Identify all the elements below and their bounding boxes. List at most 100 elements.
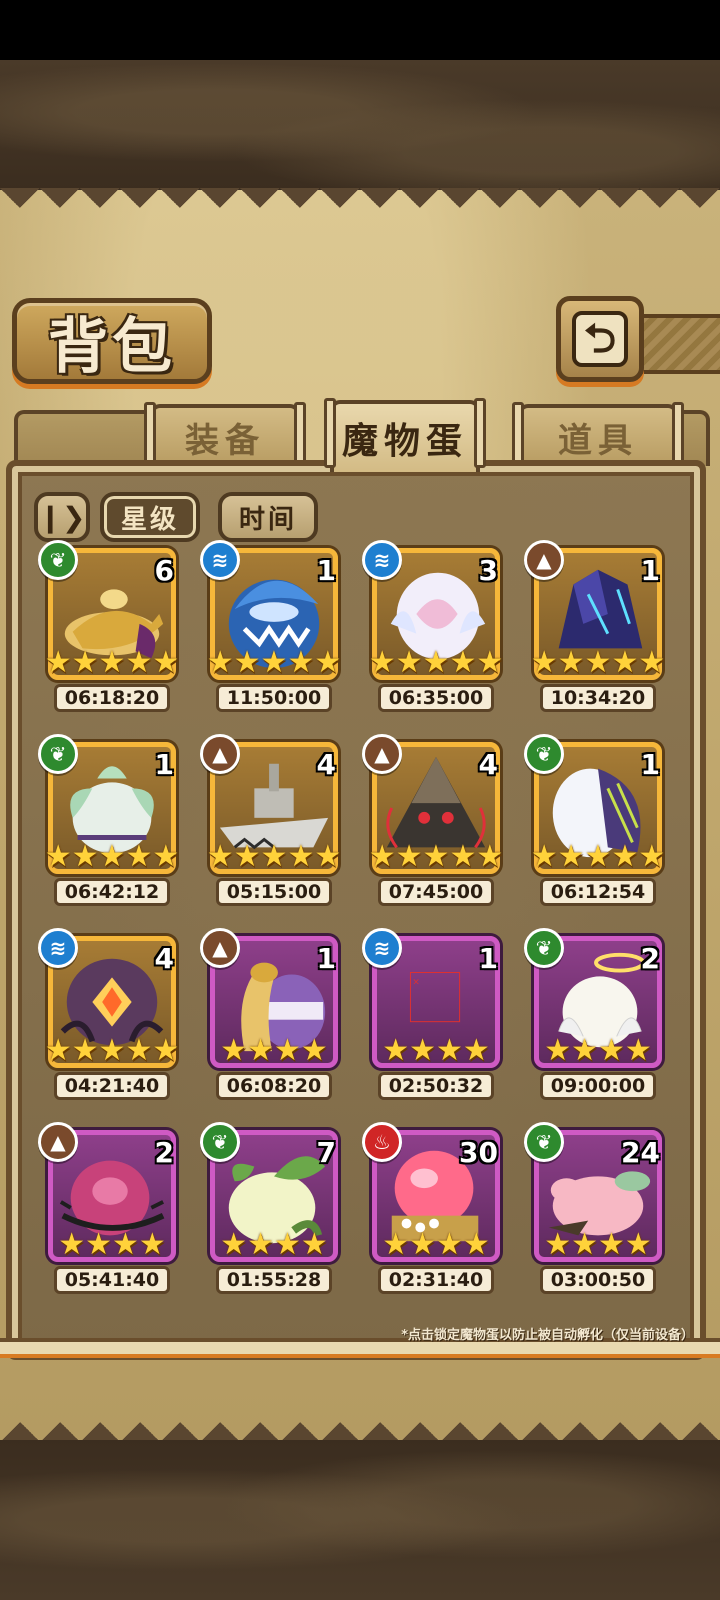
- hatch-timer: 07:45:00: [378, 878, 494, 906]
- star-icon: ★: [624, 1033, 652, 1068]
- star-icon: ★: [422, 645, 450, 680]
- egg-count: 1: [154, 748, 174, 781]
- lamp-egg[interactable]: 6 ❦ ★ ★ ★ ★ ★ 06:18:20: [38, 540, 180, 716]
- star-icon: ★: [220, 1227, 248, 1262]
- pause-icon: ❙❯: [38, 500, 86, 534]
- star-icon: ★: [584, 645, 612, 680]
- fire-element-icon: ♨: [362, 1122, 402, 1162]
- tab-monster-eggs[interactable]: 魔物蛋: [324, 398, 486, 472]
- star-icon: ★: [125, 839, 153, 874]
- star-icon: ★: [152, 839, 180, 874]
- wing-egg[interactable]: 1 ❦ ★ ★ ★ ★ ★ 06:12:54: [524, 734, 666, 910]
- star-icon: ★: [260, 839, 288, 874]
- grass-element-icon: ❦: [200, 1122, 240, 1162]
- tab-shade-left: [14, 410, 164, 466]
- star-icon: ★: [247, 1227, 274, 1262]
- tab-items-label: 道具: [558, 420, 638, 461]
- star-icon: ★: [368, 839, 396, 874]
- water-element-icon: ≋: [362, 928, 402, 968]
- star-icon: ★: [557, 645, 585, 680]
- missing-egg[interactable]: × 1 ≋ ★ ★ ★ ★ 02:50:32: [362, 928, 504, 1104]
- egg-count: 30: [459, 1136, 498, 1169]
- star-icon: ★: [152, 645, 180, 680]
- grass-element-icon: ❦: [524, 734, 564, 774]
- pyramid-egg[interactable]: 4 ▲ ★ ★ ★ ★ ★ 07:45:00: [362, 734, 504, 910]
- cobra-egg[interactable]: 1 ▲ ★ ★ ★ ★ 06:08:20: [200, 928, 342, 1104]
- egg-count: 2: [154, 1136, 174, 1169]
- star-rating: ★ ★ ★ ★: [534, 1036, 662, 1066]
- star-icon: ★: [274, 1033, 301, 1068]
- crystal-egg[interactable]: 1 ▲ ★ ★ ★ ★ ★ 10:34:20: [524, 540, 666, 716]
- star-icon: ★: [233, 839, 261, 874]
- map-background-top: [0, 60, 720, 190]
- star-icon: ★: [409, 1227, 436, 1262]
- shark-egg[interactable]: 1 ≋ ★ ★ ★ ★ ★ 11:50:00: [200, 540, 342, 716]
- star-icon: ★: [247, 1033, 274, 1068]
- egg-count: 24: [621, 1136, 660, 1169]
- thorn-egg[interactable]: 2 ▲ ★ ★ ★ ★ 05:41:40: [38, 1122, 180, 1298]
- tab-equipment[interactable]: 装备: [144, 402, 306, 472]
- hatch-timer: 01:55:28: [216, 1266, 332, 1294]
- pause-button[interactable]: ❙❯: [34, 492, 90, 542]
- earth-element-icon: ▲: [524, 540, 564, 580]
- star-rating: ★ ★ ★ ★ ★: [368, 839, 504, 874]
- battleship-egg[interactable]: 4 ▲ ★ ★ ★ ★ ★ 05:15:00: [200, 734, 342, 910]
- hatch-timer: 02:50:32: [378, 1072, 494, 1100]
- map-background-bottom: [0, 1440, 720, 1600]
- star-icon: ★: [449, 839, 477, 874]
- star-icon: ★: [638, 839, 666, 874]
- hatch-timer: 03:00:50: [540, 1266, 656, 1294]
- star-icon: ★: [436, 1227, 463, 1262]
- title-plate: 背包: [12, 298, 212, 384]
- egg-count: 7: [316, 1136, 336, 1169]
- star-rating: ★ ★ ★ ★: [48, 1230, 176, 1260]
- sprout-egg[interactable]: 7 ❦ ★ ★ ★ ★ 01:55:28: [200, 1122, 342, 1298]
- hatch-timer: 06:12:54: [540, 878, 656, 906]
- tab-monster-eggs-label: 魔物蛋: [341, 421, 468, 462]
- hatch-timer: 06:08:20: [216, 1072, 332, 1100]
- hatch-timer: 02:31:40: [378, 1266, 494, 1294]
- star-icon: ★: [233, 645, 261, 680]
- leaf-egg[interactable]: 1 ❦ ★ ★ ★ ★ ★ 06:42:12: [38, 734, 180, 910]
- egg-count: 1: [316, 942, 336, 975]
- hatch-timer: 06:35:00: [378, 684, 494, 712]
- hatch-timer: 06:18:20: [54, 684, 170, 712]
- egg-count: 1: [640, 554, 660, 587]
- star-icon: ★: [571, 1227, 598, 1262]
- water-element-icon: ≋: [200, 540, 240, 580]
- status-bar: [0, 0, 720, 60]
- star-rating: ★ ★ ★ ★: [210, 1036, 338, 1066]
- star-icon: ★: [571, 1033, 598, 1068]
- pig-egg[interactable]: 24 ❦ ★ ★ ★ ★ 03:00:50: [524, 1122, 666, 1298]
- egg-count: 2: [640, 942, 660, 975]
- star-icon: ★: [260, 645, 288, 680]
- treasure-egg[interactable]: 30 ♨ ★ ★ ★ ★ 02:31:40: [362, 1122, 504, 1298]
- halo-egg[interactable]: 2 ❦ ★ ★ ★ ★ 09:00:00: [524, 928, 666, 1104]
- star-rating: ★ ★ ★ ★ ★: [45, 839, 180, 874]
- sort-by-time-button[interactable]: 时间: [218, 492, 318, 542]
- star-icon: ★: [382, 1227, 410, 1262]
- hatch-timer: 04:21:40: [54, 1072, 170, 1100]
- star-icon: ★: [206, 839, 234, 874]
- star-rating: ★ ★ ★ ★ ★: [206, 839, 342, 874]
- star-icon: ★: [287, 839, 315, 874]
- eye-egg[interactable]: 4 ≋ ★ ★ ★ ★ ★ 04:21:40: [38, 928, 180, 1104]
- sort-by-star-label: 星级: [120, 504, 179, 535]
- star-icon: ★: [462, 1033, 490, 1068]
- star-rating: ★ ★ ★ ★: [372, 1230, 500, 1260]
- star-icon: ★: [71, 839, 99, 874]
- star-icon: ★: [611, 839, 639, 874]
- star-icon: ★: [98, 645, 126, 680]
- sort-by-star-button[interactable]: 星级: [100, 492, 200, 542]
- star-rating: ★ ★ ★ ★ ★: [45, 1036, 180, 1066]
- star-icon: ★: [557, 839, 585, 874]
- grass-element-icon: ❦: [524, 928, 564, 968]
- star-icon: ★: [544, 1227, 572, 1262]
- pearl-egg[interactable]: 3 ≋ ★ ★ ★ ★ ★ 06:35:00: [362, 540, 504, 716]
- back-button[interactable]: ⮌: [556, 296, 644, 382]
- star-icon: ★: [368, 645, 396, 680]
- tab-post: [474, 398, 486, 468]
- earth-element-icon: ▲: [362, 734, 402, 774]
- star-icon: ★: [314, 645, 342, 680]
- tab-items[interactable]: 道具: [512, 402, 684, 472]
